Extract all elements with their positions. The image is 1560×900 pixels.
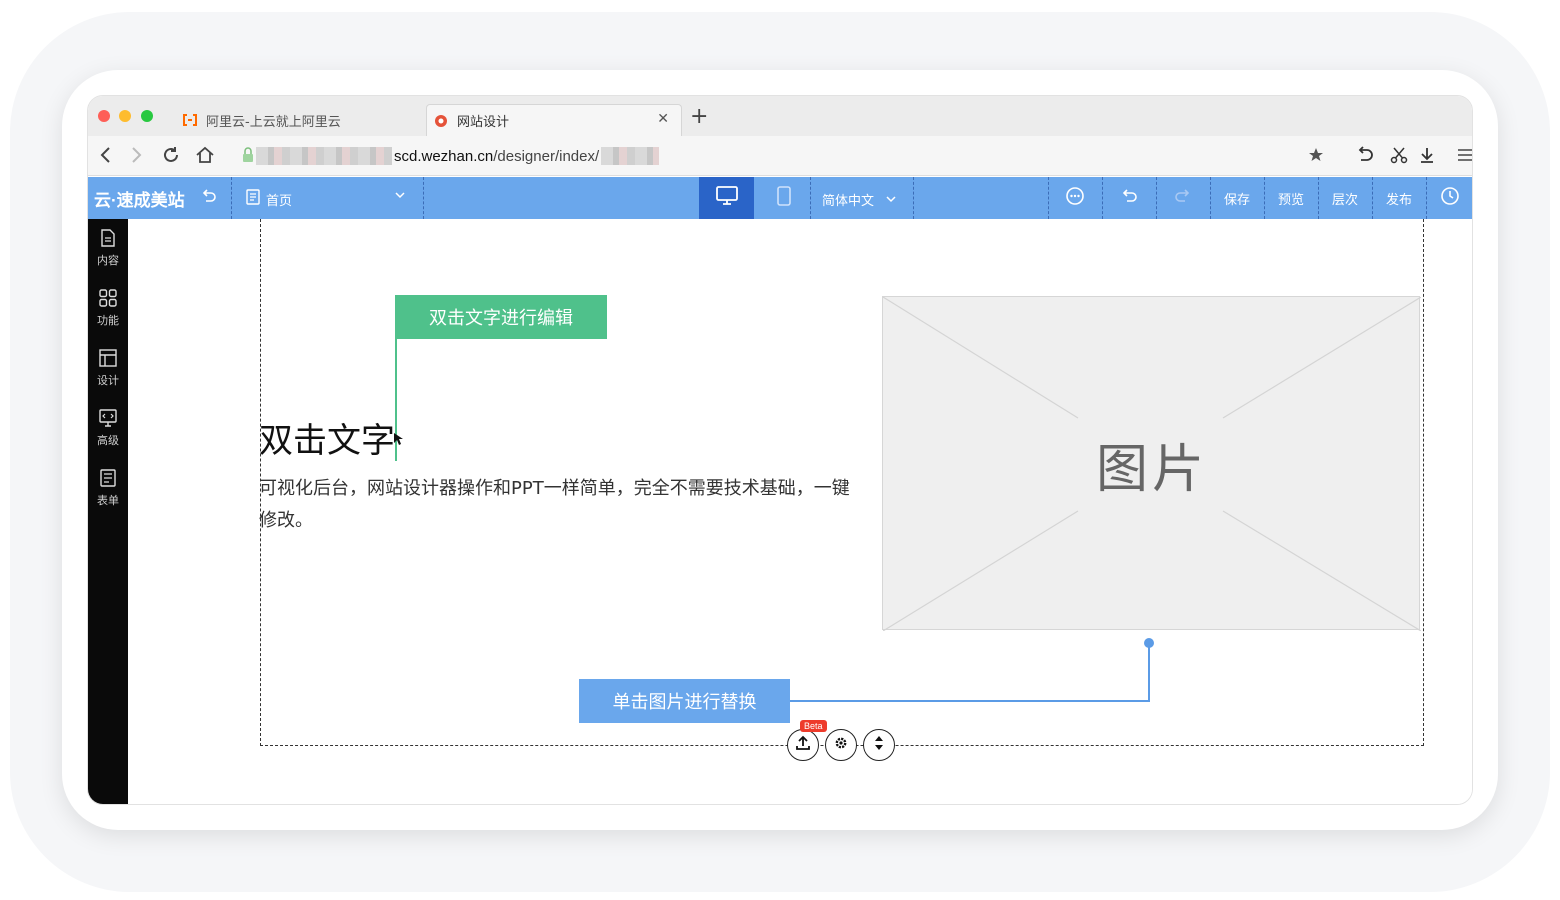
menu-icon[interactable] <box>1454 144 1472 166</box>
editable-heading[interactable]: 双击文字 <box>259 413 395 462</box>
sidebar-item-design[interactable]: 设计 <box>88 349 128 405</box>
bookmark-star-icon[interactable] <box>1305 144 1327 166</box>
sidebar-item-forms[interactable]: 表单 <box>88 469 128 525</box>
close-tab-icon[interactable]: ✕ <box>657 111 669 127</box>
image-placeholder[interactable]: 图片 <box>882 296 1421 631</box>
history-button[interactable] <box>1426 177 1472 219</box>
blurred-url-part <box>601 147 660 165</box>
screenshot-scissors-icon[interactable] <box>1388 144 1410 166</box>
publish-button[interactable]: 发布 <box>1372 177 1426 219</box>
mobile-view-button[interactable] <box>756 177 811 219</box>
image-placeholder-label: 图片 <box>1095 439 1208 500</box>
section-settings-button[interactable] <box>825 729 857 761</box>
tab-label: 阿里云-上云就上阿里云 <box>206 114 341 130</box>
sidebar-item-advanced[interactable]: 高级 <box>88 409 128 465</box>
undo-icon <box>1120 188 1138 208</box>
maximize-window-button[interactable] <box>141 110 153 122</box>
brand-logo: 云·速成美站 <box>94 191 185 210</box>
undo-close-tab-icon[interactable] <box>1354 144 1376 166</box>
close-window-button[interactable] <box>98 110 110 122</box>
url-host: scd.wezhan.cn <box>394 147 494 165</box>
sort-arrows-icon <box>873 735 885 755</box>
history-clock-icon <box>1440 186 1460 210</box>
redo-icon <box>1174 188 1192 208</box>
replace-image-tip: 单击图片进行替换 <box>579 679 790 723</box>
stage: 阿里云-上云就上阿里云 网站设计 ✕ + scd.wezhan.cn/desig… <box>0 0 1560 900</box>
home-icon[interactable] <box>194 144 216 166</box>
sidebar-item-label: 功能 <box>97 314 119 327</box>
replace-image-tip-connector <box>1148 643 1150 702</box>
desktop-view-button[interactable] <box>699 177 754 219</box>
url-path: /designer/index/ <box>493 147 600 165</box>
layout-icon <box>99 349 117 372</box>
tab-aliyun[interactable]: 阿里云-上云就上阿里云 <box>176 104 426 136</box>
forward-icon[interactable] <box>126 144 148 166</box>
upload-icon <box>795 735 811 755</box>
edit-text-tip: 双击文字进行编辑 <box>395 295 607 339</box>
minimize-window-button[interactable] <box>119 110 131 122</box>
code-icon <box>99 409 117 432</box>
page-select[interactable]: 首页 <box>246 189 405 209</box>
page-icon <box>246 189 260 209</box>
document-icon <box>99 229 117 252</box>
cursor-pointer-icon <box>393 431 403 450</box>
beta-badge: Beta <box>800 720 827 732</box>
customer-service-button[interactable] <box>1048 177 1102 219</box>
chat-icon <box>1065 186 1085 210</box>
exit-designer-icon[interactable] <box>200 187 218 209</box>
replace-image-tip-anchor <box>1144 638 1154 648</box>
browser-window: 阿里云-上云就上阿里云 网站设计 ✕ + scd.wezhan.cn/desig… <box>87 95 1473 805</box>
replace-image-tip-connector <box>790 700 1150 702</box>
move-section-button[interactable] <box>863 729 895 761</box>
monitor-icon <box>715 186 738 210</box>
address-bar: scd.wezhan.cn/designer/index/ <box>88 136 1472 176</box>
redo-button[interactable] <box>1156 177 1210 219</box>
gear-icon <box>833 735 849 755</box>
form-icon <box>99 469 117 492</box>
chevron-down-icon <box>885 190 897 209</box>
sidebar-item-label: 高级 <box>97 434 119 447</box>
save-button[interactable]: 保存 <box>1210 177 1264 219</box>
url-field[interactable]: scd.wezhan.cn/designer/index/ <box>256 144 661 168</box>
tab-website-design[interactable]: 网站设计 ✕ <box>426 104 682 136</box>
aliyun-favicon-icon <box>182 112 198 128</box>
sidebar-item-label: 表单 <box>97 494 119 507</box>
upload-section-button[interactable] <box>787 729 819 761</box>
tab-label: 网站设计 <box>457 115 510 130</box>
undo-button[interactable] <box>1102 177 1156 219</box>
sidebar-item-label: 内容 <box>97 254 119 267</box>
download-icon[interactable] <box>1416 144 1438 166</box>
site-favicon-icon <box>433 113 449 129</box>
app-toolbar: 云·速成美站 首页 简体中文 保存 预览 层次 发布 <box>88 177 1472 219</box>
page-select-label: 首页 <box>266 193 293 209</box>
sidebar-item-functions[interactable]: 功能 <box>88 289 128 345</box>
language-select[interactable]: 简体中文 <box>822 190 874 209</box>
reload-icon[interactable] <box>160 144 182 166</box>
sidebar-item-label: 设计 <box>97 374 119 387</box>
preview-button[interactable]: 预览 <box>1264 177 1318 219</box>
back-icon[interactable] <box>94 144 116 166</box>
layers-button[interactable]: 层次 <box>1318 177 1372 219</box>
blurred-url-part <box>256 147 392 165</box>
tab-strip: 阿里云-上云就上阿里云 网站设计 ✕ + <box>88 96 1472 136</box>
new-tab-button[interactable]: + <box>690 106 708 128</box>
left-sidebar: 内容 功能 设计 高级 表单 <box>88 219 128 804</box>
chevron-down-icon <box>394 189 406 205</box>
design-canvas[interactable]: 双击文字 可视化后台，网站设计器操作和PPT一样简单，完全不需要技术基础，一键修… <box>128 219 1472 804</box>
mobile-icon <box>776 186 791 210</box>
editable-paragraph[interactable]: 可视化后台，网站设计器操作和PPT一样简单，完全不需要技术基础，一键修改。 <box>259 473 859 537</box>
sidebar-item-content[interactable]: 内容 <box>88 229 128 285</box>
grid-icon <box>99 289 117 312</box>
